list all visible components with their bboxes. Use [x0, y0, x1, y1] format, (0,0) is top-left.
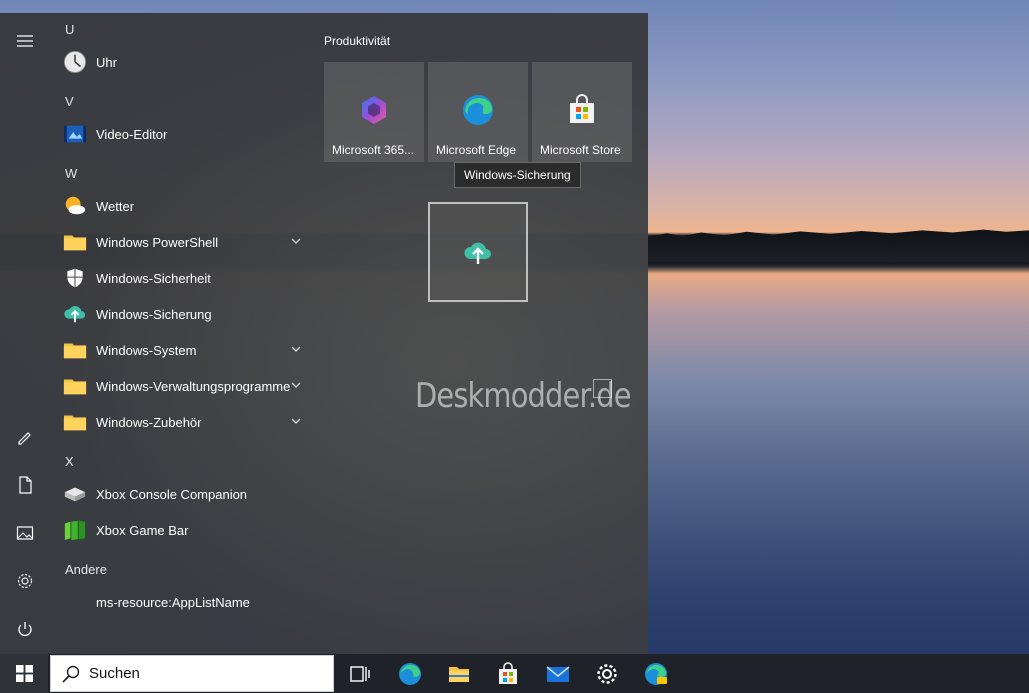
settings-icon[interactable] [583, 654, 631, 693]
app-label: Xbox Game Bar [96, 522, 189, 538]
clock-icon [62, 49, 88, 75]
app-label: ms-resource:AppListName [96, 594, 250, 610]
app-windows-zubehoer[interactable]: Windows-Zubehör [60, 404, 312, 440]
app-windows-sicherung[interactable]: Windows-Sicherung [60, 296, 312, 332]
backup-cloud-icon [464, 242, 491, 264]
app-windows-powershell[interactable]: Windows PowerShell [60, 224, 312, 260]
section-header-andere[interactable]: Andere [65, 562, 107, 577]
app-label: Uhr [96, 54, 117, 70]
blank-app-icon [62, 589, 88, 615]
app-label: Wetter [96, 198, 135, 214]
letter-header-u[interactable]: U [65, 22, 74, 37]
power-icon[interactable] [0, 609, 50, 649]
edge-icon [463, 95, 493, 125]
video-editor-icon [62, 121, 88, 147]
app-windows-sicherheit[interactable]: Windows-Sicherheit [60, 260, 312, 296]
app-label: Windows-System [96, 342, 197, 358]
letter-header-x[interactable]: X [65, 454, 74, 469]
app-ms-resource[interactable]: ms-resource:AppListName [60, 584, 312, 620]
app-uhr[interactable]: Uhr [60, 44, 312, 80]
app-label: Xbox Console Companion [96, 486, 248, 502]
watermark-icon [593, 379, 612, 398]
xbox-console-icon [62, 481, 88, 507]
search-box[interactable]: Suchen [50, 655, 334, 692]
tile-microsoft-store[interactable]: Microsoft Store [532, 62, 632, 162]
folder-icon [62, 373, 88, 399]
file-explorer-icon[interactable] [435, 654, 483, 693]
folder-icon [62, 409, 88, 435]
app-xbox-game-bar[interactable]: Xbox Game Bar [60, 512, 312, 548]
app-wetter[interactable]: Wetter [60, 188, 312, 224]
weather-icon [62, 193, 88, 219]
letter-header-v[interactable]: V [65, 94, 74, 109]
tile-label: Microsoft Store [540, 143, 621, 157]
folder-icon [62, 337, 88, 363]
start-button[interactable] [0, 654, 48, 693]
taskbar: Suchen [0, 654, 1029, 693]
settings-icon[interactable] [0, 561, 50, 601]
store-icon [570, 94, 594, 123]
task-view-icon[interactable] [336, 654, 384, 693]
chevron-down-icon[interactable] [290, 235, 302, 247]
store-icon[interactable] [484, 654, 532, 693]
document-icon[interactable] [0, 465, 50, 505]
edge-canary-icon[interactable] [632, 654, 680, 693]
xbox-game-bar-icon [62, 517, 88, 543]
tile-microsoft-edge[interactable]: Microsoft Edge [428, 62, 528, 162]
app-label: Windows-Sicherung [96, 306, 212, 322]
chevron-down-icon[interactable] [290, 379, 302, 391]
mail-icon[interactable] [534, 654, 582, 693]
shield-icon [62, 265, 88, 291]
start-menu: U Uhr V Video-Editor W Wetter Windows Po… [0, 13, 648, 654]
start-rail [0, 13, 50, 654]
app-label: Windows-Verwaltungsprogramme [96, 378, 291, 394]
app-label: Windows-Zubehör [96, 414, 202, 430]
microsoft-365-icon [362, 96, 386, 124]
chevron-down-icon[interactable] [290, 343, 302, 355]
app-label: Video-Editor [96, 126, 168, 142]
folder-icon [62, 229, 88, 255]
tile-label: Microsoft Edge [436, 143, 517, 157]
app-label: Windows PowerShell [96, 234, 219, 250]
tiles-area: Produktivität Microsoft 365... Microsoft… [312, 13, 648, 654]
app-list: U Uhr V Video-Editor W Wetter Windows Po… [50, 13, 312, 654]
backup-cloud-icon [62, 301, 88, 327]
tile-group-title[interactable]: Produktivität [324, 34, 390, 48]
search-icon [62, 665, 80, 683]
tile-windows-sicherung[interactable] [428, 202, 528, 302]
pen-icon[interactable] [0, 416, 50, 456]
tooltip: Windows-Sicherung [454, 162, 581, 188]
app-label: Windows-Sicherheit [96, 270, 211, 286]
letter-header-w[interactable]: W [65, 166, 77, 181]
search-placeholder: Suchen [89, 665, 140, 682]
chevron-down-icon[interactable] [290, 415, 302, 427]
app-windows-system[interactable]: Windows-System [60, 332, 312, 368]
windows-logo-icon [15, 665, 33, 682]
desktop-icon-partial[interactable] [20, 0, 84, 6]
app-xbox-console-companion[interactable]: Xbox Console Companion [60, 476, 312, 512]
edge-icon[interactable] [386, 654, 434, 693]
tile-microsoft-365[interactable]: Microsoft 365... [324, 62, 424, 162]
menu-icon[interactable] [0, 21, 50, 61]
app-video-editor[interactable]: Video-Editor [60, 116, 312, 152]
app-windows-verwaltungsprogramme[interactable]: Windows-Verwaltungsprogramme [60, 368, 312, 404]
tile-label: Microsoft 365... [332, 143, 415, 157]
pictures-icon[interactable] [0, 513, 50, 553]
